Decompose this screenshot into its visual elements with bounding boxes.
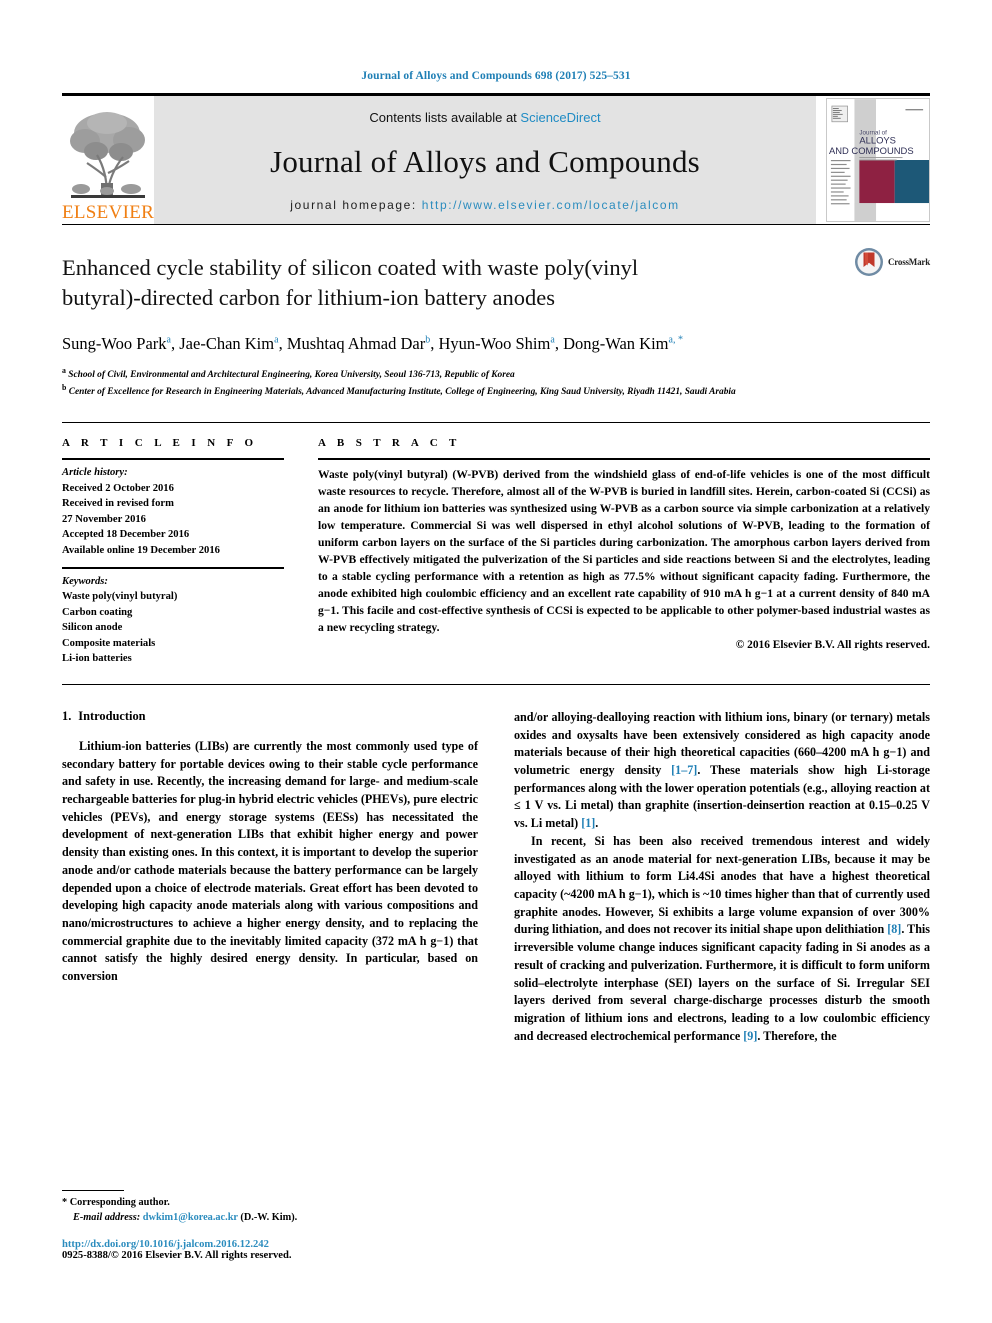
author-name: Dong-Wan Kim: [563, 334, 669, 354]
body-column-right: and/or alloying-dealloying reaction with…: [514, 709, 930, 1045]
body-top-rule: [62, 683, 930, 685]
history-item: Available online 19 December 2016: [62, 545, 220, 557]
masthead-center: Contents lists available at ScienceDirec…: [154, 96, 816, 224]
issn-copyright: 0925-8388/© 2016 Elsevier B.V. All right…: [62, 1250, 292, 1261]
abstract-column: A B S T R A C T Waste poly(vinyl butyral…: [318, 437, 930, 667]
author-separator: ,: [171, 334, 180, 354]
journal-homepage-line: journal homepage: http://www.elsevier.co…: [290, 198, 680, 212]
affiliation-mark: b: [62, 383, 67, 393]
doi-link[interactable]: http://dx.doi.org/10.1016/j.jalcom.2016.…: [62, 1239, 474, 1250]
article-info-column: A R T I C L E I N F O Article history: R…: [62, 437, 284, 667]
page-title: Enhanced cycle stability of silicon coat…: [62, 255, 639, 311]
contents-prefix: Contents lists available at: [369, 110, 521, 125]
keywords-block: Keywords: Waste poly(vinyl butyral) Carb…: [62, 569, 284, 667]
affiliation-text: School of Civil, Environmental and Archi…: [68, 369, 515, 380]
history-item: 27 November 2016: [62, 513, 146, 525]
author-entry: Dong-Wan Kima, *: [563, 334, 683, 353]
crossmark-icon: [854, 248, 883, 276]
keyword-item: Carbon coating: [62, 606, 133, 618]
paragraph-text: . This irreversible volume change induce…: [514, 922, 931, 1043]
keyword-item: Composite materials: [62, 637, 156, 649]
journal-masthead: ELSEVIER Contents lists available at Sci…: [62, 96, 930, 224]
running-head: Journal of Alloys and Compounds 698 (201…: [361, 70, 631, 82]
citation-link[interactable]: [1–7]: [671, 763, 697, 777]
paragraph-text: .: [595, 816, 599, 831]
author-entry: Hyun-Woo Shima,: [438, 334, 563, 353]
body-paragraph: In recent, Si has been also received tre…: [514, 833, 930, 1045]
doi-block: http://dx.doi.org/10.1016/j.jalcom.2016.…: [62, 1239, 474, 1261]
citation-link[interactable]: [9]: [743, 1029, 757, 1043]
elsevier-logo: ELSEVIER: [62, 96, 154, 224]
affiliation-item: b Center of Excellence for Research in E…: [62, 382, 872, 400]
article-title-block: Enhanced cycle stability of silicon coat…: [62, 225, 930, 400]
journal-article-page: Journal of Alloys and Compounds 698 (201…: [0, 0, 992, 1323]
paragraph-text: . Therefore, the: [757, 1028, 837, 1043]
email-link[interactable]: dwkim1@korea.ac.kr: [143, 1212, 238, 1223]
author-separator: ,: [554, 334, 564, 354]
contents-available-line: Contents lists available at ScienceDirec…: [369, 110, 600, 125]
footnote-block: * Corresponding author. E-mail address: …: [62, 1190, 474, 1261]
body-paragraph: Lithium-ion batteries (LIBs) are current…: [62, 738, 478, 984]
section-title: Introduction: [78, 708, 146, 723]
keyword-item: Waste poly(vinyl butyral): [62, 591, 178, 603]
abstract-heading: A B S T R A C T: [318, 437, 461, 450]
homepage-label: journal homepage:: [290, 198, 422, 212]
elsevier-wordmark: ELSEVIER: [62, 202, 155, 223]
citation-link[interactable]: [8]: [887, 922, 901, 936]
author-affil-mark[interactable]: a, *: [669, 335, 683, 346]
journal-homepage-url[interactable]: http://www.elsevier.com/locate/jalcom: [422, 198, 680, 212]
body-paragraph: and/or alloying-dealloying reaction with…: [514, 709, 930, 833]
citation-link[interactable]: [1]: [581, 816, 595, 830]
author-entry: Mushtaq Ahmad Darb,: [287, 334, 439, 353]
email-note: E-mail address: dwkim1@korea.ac.kr (D.-W…: [62, 1211, 474, 1226]
corresponding-author-note: * Corresponding author.: [62, 1197, 170, 1209]
affiliation-text: Center of Excellence for Research in Eng…: [68, 387, 736, 398]
elsevier-tree-icon: [67, 107, 149, 203]
email-label: E-mail address:: [73, 1212, 141, 1224]
paragraph-text: In recent, Si has been also received tre…: [514, 833, 930, 937]
body-columns: 1. Introduction Lithium-ion batteries (LI…: [62, 709, 930, 1045]
author-list: Sung-Woo Parka, Jae-Chan Kima, Mushtaq A…: [62, 332, 762, 355]
article-history-block: Article history: Received 2 October 2016…: [62, 460, 284, 558]
email-suffix: (D.-W. Kim).: [240, 1212, 298, 1224]
author-entry: Jae-Chan Kima,: [179, 334, 287, 353]
author-name: Hyun-Woo Shim: [438, 334, 551, 354]
keyword-item: Li-ion batteries: [62, 653, 132, 665]
abstract-copyright: © 2016 Elsevier B.V. All rights reserved…: [735, 638, 930, 651]
article-history-label: Article history:: [62, 467, 128, 479]
keyword-item: Silicon anode: [62, 622, 123, 634]
journal-cover-thumbnail: Journal of ALLOYS AND COMPOUNDS: [826, 98, 930, 222]
affiliation-mark: a: [62, 365, 66, 375]
sciencedirect-link[interactable]: ScienceDirect: [520, 110, 600, 125]
abstract-text: Waste poly(vinyl butyral) (W-PVB) derive…: [318, 468, 930, 635]
author-separator: ,: [278, 334, 287, 354]
journal-title: Journal of Alloys and Compounds: [270, 143, 700, 179]
section-heading-introduction: 1. Introduction: [62, 709, 478, 724]
crossmark-label: CrossMark: [887, 257, 930, 267]
history-item: Received in revised form: [62, 498, 174, 510]
keywords-label: Keywords:: [62, 575, 108, 587]
author-name: Mushtaq Ahmad Dar: [286, 334, 426, 354]
svg-text:ALLOYS: ALLOYS: [859, 134, 896, 145]
info-abstract-region: A R T I C L E I N F O Article history: R…: [62, 422, 930, 667]
author-entry: Sung-Woo Parka,: [62, 334, 179, 353]
author-name: Sung-Woo Park: [62, 334, 167, 354]
svg-text:AND COMPOUNDS: AND COMPOUNDS: [829, 145, 914, 156]
author-name: Jae-Chan Kim: [179, 334, 275, 354]
affiliation-list: a School of Civil, Environmental and Arc…: [62, 365, 872, 401]
crossmark-badge[interactable]: CrossMark: [854, 247, 930, 277]
affiliation-item: a School of Civil, Environmental and Arc…: [62, 365, 872, 383]
body-column-left: 1. Introduction Lithium-ion batteries (LI…: [62, 709, 478, 1045]
footnote-rule: [62, 1190, 124, 1192]
history-item: Accepted 18 December 2016: [62, 529, 190, 541]
section-number: 1.: [62, 708, 72, 723]
article-info-heading: A R T I C L E I N F O: [62, 437, 258, 450]
history-item: Received 2 October 2016: [62, 482, 174, 494]
